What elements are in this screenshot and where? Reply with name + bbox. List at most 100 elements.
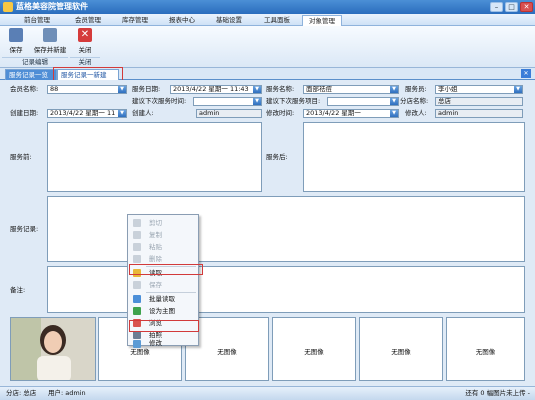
menu-item-label: 拍照 [149,331,162,339]
modifier-label: 修改人: [405,109,427,117]
menu-item-delete[interactable]: 删除 [129,253,198,265]
chevron-down-icon[interactable]: ▼ [514,86,522,93]
status-upload: 还有 0 幅图片未上传 - [465,389,530,397]
minimize-button[interactable]: – [490,2,503,12]
creator-field: admin [196,109,262,118]
chevron-down-icon[interactable]: ▼ [253,86,261,93]
status-user: 用户: admin [48,389,86,397]
menu-item-cut[interactable]: 剪切 [129,217,198,229]
menu-item-label: 浏览 [149,319,162,327]
folder-open-icon [133,269,141,277]
staff-value: 李小姐 [438,85,458,93]
chevron-down-icon[interactable]: ▼ [390,86,398,93]
service-date-field[interactable]: 2013/4/22 星期一 11:43 ▼ [170,85,262,94]
after-label: 服务后: [266,153,288,161]
chevron-down-icon[interactable]: ▼ [390,110,398,117]
creator-label: 创建人: [132,109,154,117]
tab-service-list[interactable]: 服务记录一览 [5,69,57,80]
photo-slot-main[interactable] [10,317,96,381]
maximize-button[interactable]: □ [505,2,518,12]
title-bar: 蓝格美容院管理软件 [0,0,535,14]
save-icon [9,28,23,42]
service-record-form: 会员名称: 88 ▼ 服务日期: 2013/4/22 星期一 11:43 ▼ 服务名… [0,80,535,386]
before-label: 服务前: [10,153,32,161]
close-tab-button[interactable]: ✕ 关闭 [73,28,97,54]
menu-item-label: 保存 [149,281,162,289]
save-and-new-button[interactable]: 保存并新建 [30,28,70,54]
menu-item-label: 读取 [149,269,162,277]
chevron-down-icon[interactable]: ▼ [118,86,126,93]
next-item-label: 建议下次服务项目: [266,97,321,105]
tab-service-new[interactable]: 服务记录一新建 [57,69,119,80]
cut-icon [133,219,141,227]
before-service-textarea[interactable] [47,122,262,192]
menu-item-label: 复制 [149,231,162,239]
photo-slot-6[interactable]: 无图像 [446,317,525,381]
service-name-field[interactable]: 面部祛痘 ▼ [303,85,399,94]
service-name-value: 面部祛痘 [306,85,332,93]
modifier-field: admin [435,109,523,118]
staff-field[interactable]: 李小姐 ▼ [435,85,523,94]
menu-item-paste[interactable]: 粘贴 [129,241,198,253]
document-tabs: 服务记录一览 服务记录一新建 ✕ [0,68,535,80]
photo-slot-4[interactable]: 无图像 [272,317,356,381]
close-doc-tab-button[interactable]: ✕ [521,69,531,78]
menu-tab-front-desk[interactable]: 前台管理 [15,15,59,26]
chevron-down-icon[interactable]: ▼ [118,110,126,117]
modify-time-field[interactable]: 2013/4/22 星期一 ▼ [303,109,399,118]
create-date-value: 2013/4/22 星期一 11 [50,109,116,117]
menu-tab-reports[interactable]: 报表中心 [160,15,204,26]
modify-time-value: 2013/4/22 星期一 [306,109,361,117]
chevron-down-icon[interactable]: ▼ [253,98,261,105]
menu-item-browse[interactable]: 浏览 [129,317,198,329]
menu-item-set-main[interactable]: 设为主图 [129,305,198,317]
photo-slot-5[interactable]: 无图像 [359,317,443,381]
close-red-icon: ✕ [78,28,92,42]
create-date-field[interactable]: 2013/4/22 星期一 11 ▼ [47,109,127,118]
menu-tab-objects[interactable]: 对象管理 [302,15,342,26]
save-new-icon [43,28,57,42]
menu-tab-members[interactable]: 会员管理 [66,15,110,26]
portrait-image [11,318,95,380]
menu-item-copy[interactable]: 复制 [129,229,198,241]
menu-item-label: 粘贴 [149,243,162,251]
group-label-record-edit: 记录编辑 [2,57,68,66]
service-record-textarea[interactable] [47,196,525,262]
set-main-image-icon [133,307,141,315]
menu-item-label: 剪切 [149,219,162,227]
notes-label: 备注: [10,286,26,294]
no-image-text: 无图像 [391,348,411,356]
next-item-field[interactable]: ▼ [327,97,399,106]
after-service-textarea[interactable] [303,122,525,192]
camera-icon [133,331,141,339]
menu-item-save[interactable]: 保存 [129,279,198,291]
next-time-field[interactable]: ▼ [193,97,262,106]
menu-item-label: 修改 [149,339,162,347]
batch-read-icon [133,295,141,303]
status-bar: 分店: 总店 用户: admin 还有 0 幅图片未上传 - [0,386,535,400]
context-menu: 剪切 复制 粘贴 删除 读取 保存 批量读取 设为主图 浏览 拍照 修改 [127,214,199,348]
save-button[interactable]: 保存 [4,28,28,54]
member-name-field[interactable]: 88 ▼ [47,85,127,94]
notes-textarea[interactable] [47,266,525,313]
window-title: 蓝格美容院管理软件 [16,2,88,11]
menu-item-edit[interactable]: 修改 [129,339,198,348]
create-date-label: 创建日期: [10,109,39,117]
menu-tab-settings[interactable]: 基础设置 [207,15,251,26]
menu-item-batch-read[interactable]: 批量读取 [129,293,198,305]
member-name-value: 88 [50,85,59,93]
no-image-text: 无图像 [304,348,324,356]
menu-tab-tools[interactable]: 工具面板 [255,15,299,26]
close-window-button[interactable]: ✕ [520,2,533,12]
menu-item-label: 删除 [149,255,162,263]
menu-item-read[interactable]: 读取 [129,267,198,279]
save-button-label: 保存 [9,46,23,54]
group-label-close: 关闭 [70,57,100,66]
save-and-new-label: 保存并新建 [33,46,67,54]
menu-tab-inventory[interactable]: 库存管理 [113,15,157,26]
service-date-value: 2013/4/22 星期一 11:43 [173,85,249,93]
menu-item-label: 批量读取 [149,295,175,303]
chevron-down-icon[interactable]: ▼ [390,98,398,105]
close-button-label: 关闭 [78,46,92,54]
edit-icon [133,340,141,348]
